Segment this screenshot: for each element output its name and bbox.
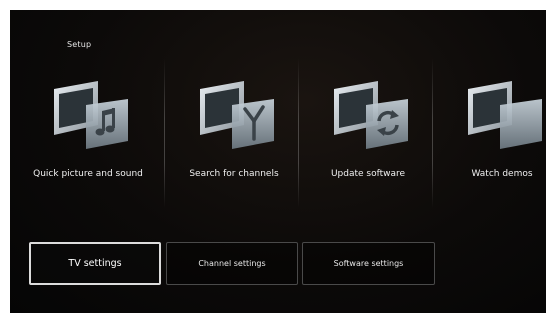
tv-settings-label: TV settings bbox=[68, 258, 122, 269]
divider bbox=[164, 58, 165, 208]
tile-watch-demos[interactable]: Watch demos bbox=[434, 65, 546, 195]
setup-screen: Setup Quick picture and sound Search for… bbox=[10, 10, 546, 313]
music-note-icon bbox=[46, 75, 130, 155]
tv-frame: Setup Quick picture and sound Search for… bbox=[0, 0, 553, 323]
tile-label: Update software bbox=[330, 169, 406, 179]
refresh-icon bbox=[326, 75, 410, 155]
demo-icon bbox=[460, 75, 544, 155]
software-settings-button[interactable]: Software settings bbox=[302, 242, 435, 285]
tile-update-software[interactable]: Update software bbox=[300, 65, 436, 195]
channel-settings-label: Channel settings bbox=[198, 259, 266, 268]
tile-label: Watch demos bbox=[471, 169, 533, 179]
tile-label: Search for channels bbox=[189, 169, 279, 179]
tile-label: Quick picture and sound bbox=[33, 169, 143, 179]
tile-search-for-channels[interactable]: Search for channels bbox=[166, 65, 302, 195]
channel-settings-button[interactable]: Channel settings bbox=[166, 242, 298, 285]
tv-settings-button[interactable]: TV settings bbox=[29, 242, 161, 285]
software-settings-label: Software settings bbox=[333, 259, 404, 268]
tile-quick-picture-and-sound[interactable]: Quick picture and sound bbox=[20, 65, 156, 195]
antenna-icon bbox=[192, 75, 276, 155]
page-title: Setup bbox=[67, 40, 92, 49]
